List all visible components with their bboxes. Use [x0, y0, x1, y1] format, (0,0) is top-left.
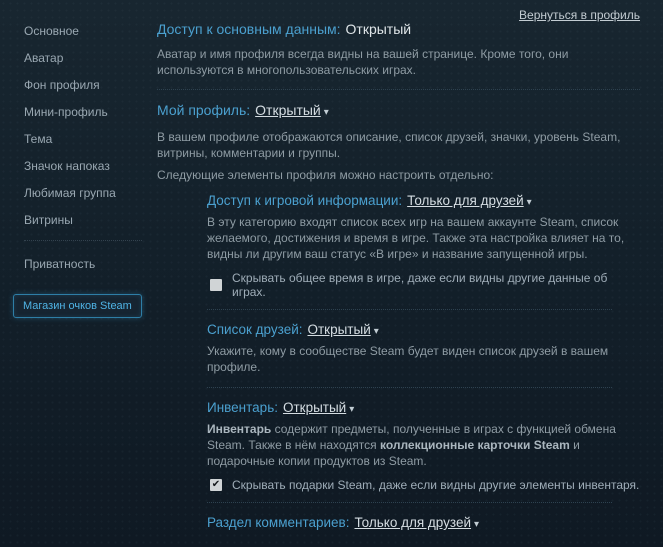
- basic-access-value: Открытый: [346, 21, 412, 37]
- hide-playtime-checkbox[interactable]: [210, 279, 222, 291]
- inventory-description-bold: Инвентарь: [207, 422, 271, 436]
- privacy-settings-content: Доступ к основным данным: Открытый Аватар…: [157, 0, 640, 547]
- sidebar-item-favorite-group[interactable]: Любимая группа: [24, 186, 144, 200]
- my-profile-heading-row: Мой профиль: Открытый▾: [157, 102, 640, 121]
- hide-playtime-checkbox-row[interactable]: Скрывать общее время в игре, даже если в…: [210, 271, 640, 299]
- chevron-down-icon: ▾: [474, 517, 479, 533]
- divider: [207, 502, 612, 503]
- game-details-heading: Доступ к игровой информации:: [207, 193, 402, 208]
- game-details-heading-row: Доступ к игровой информации: Только для д…: [207, 193, 640, 211]
- inventory-privacy-dropdown[interactable]: Открытый▾: [283, 400, 354, 418]
- game-details-privacy-dropdown[interactable]: Только для друзей▾: [407, 193, 532, 211]
- sidebar-item-general[interactable]: Основное: [24, 24, 144, 38]
- friends-list-privacy-value[interactable]: Открытый: [308, 322, 371, 337]
- game-details-privacy-value[interactable]: Только для друзей: [407, 193, 524, 208]
- chevron-down-icon: ▾: [374, 324, 379, 340]
- profile-settings-sidebar: Основное Аватар Фон профиля Мини-профиль…: [24, 24, 144, 284]
- inventory-heading-row: Инвентарь: Открытый▾: [207, 400, 640, 418]
- sidebar-item-featured-badge[interactable]: Значок напоказ: [24, 159, 144, 173]
- sidebar-item-profile-background[interactable]: Фон профиля: [24, 78, 144, 92]
- hide-gifts-checkbox-row[interactable]: ✔ Скрывать подарки Steam, даже если видн…: [210, 478, 640, 492]
- sidebar-divider: [24, 240, 142, 241]
- points-shop-button[interactable]: Магазин очков Steam: [13, 294, 142, 318]
- friends-list-heading: Список друзей:: [207, 322, 303, 337]
- inventory-privacy-value[interactable]: Открытый: [283, 400, 346, 415]
- steam-privacy-settings-page: { "icons": { "dropdown_arrow": "▾", "che…: [0, 0, 663, 547]
- chevron-down-icon: ▾: [349, 402, 354, 418]
- my-profile-description: В вашем профиле отображаются описание, с…: [157, 129, 640, 161]
- my-profile-privacy-value[interactable]: Открытый: [255, 102, 321, 118]
- comments-privacy-dropdown[interactable]: Только для друзей▾: [354, 515, 479, 533]
- comments-privacy-value[interactable]: Только для друзей: [354, 515, 471, 530]
- my-profile-heading: Мой профиль:: [157, 102, 250, 118]
- chevron-down-icon: ▾: [527, 195, 532, 211]
- comments-heading: Раздел комментариев:: [207, 515, 349, 530]
- sidebar-item-mini-profile[interactable]: Мини-профиль: [24, 105, 144, 119]
- sidebar-item-theme[interactable]: Тема: [24, 132, 144, 146]
- hide-gifts-checkbox-label[interactable]: Скрывать подарки Steam, даже если видны …: [232, 478, 639, 492]
- sidebar-item-showcases[interactable]: Витрины: [24, 213, 144, 227]
- hide-playtime-checkbox-label[interactable]: Скрывать общее время в игре, даже если в…: [232, 271, 640, 299]
- chevron-down-icon: ▾: [324, 105, 329, 121]
- trading-cards-bold: коллекционные карточки Steam: [380, 438, 570, 452]
- divider: [157, 89, 640, 90]
- my-profile-note: Следующие элементы профиля можно настрои…: [157, 167, 640, 183]
- friends-list-privacy-dropdown[interactable]: Открытый▾: [308, 322, 379, 340]
- sidebar-item-privacy[interactable]: Приватность: [24, 257, 144, 271]
- basic-access-heading: Доступ к основным данным:: [157, 21, 341, 37]
- basic-access-description: Аватар и имя профиля всегда видны на ваш…: [157, 46, 640, 78]
- basic-access-heading-row: Доступ к основным данным: Открытый: [157, 21, 640, 37]
- sidebar-item-avatar[interactable]: Аватар: [24, 51, 144, 65]
- comments-heading-row: Раздел комментариев: Только для друзей▾: [207, 515, 640, 533]
- hide-gifts-checkbox[interactable]: ✔: [210, 479, 222, 491]
- my-profile-privacy-dropdown[interactable]: Открытый▾: [255, 102, 329, 121]
- divider: [207, 387, 612, 388]
- game-details-description: В эту категорию входят список всех игр н…: [207, 214, 640, 262]
- divider: [207, 309, 612, 310]
- friends-list-description: Укажите, кому в сообществе Steam будет в…: [207, 343, 640, 375]
- inventory-description: Инвентарь содержит предметы, полученные …: [207, 421, 640, 469]
- inventory-heading: Инвентарь:: [207, 400, 278, 415]
- profile-subsections: Доступ к игровой информации: Только для д…: [207, 193, 640, 547]
- friends-list-heading-row: Список друзей: Открытый▾: [207, 322, 640, 340]
